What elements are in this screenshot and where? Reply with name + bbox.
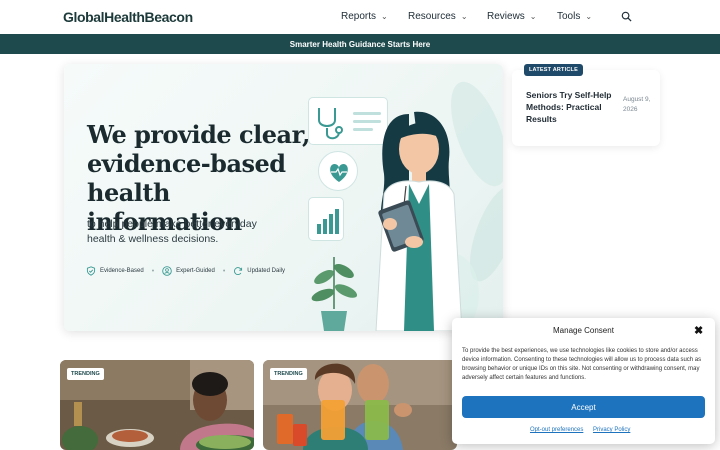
hero-image[interactable]: We provide clear, evidence-based health … [64, 64, 503, 331]
chevron-down-icon: ⌄ [381, 12, 388, 21]
nav-label: Reviews [487, 11, 525, 22]
separator-dot: • [222, 267, 226, 275]
refresh-icon [234, 267, 243, 275]
shield-check-icon [86, 266, 96, 276]
chart-card [308, 197, 344, 241]
accept-button[interactable]: Accept [462, 396, 705, 418]
chevron-down-icon: ⌄ [585, 12, 593, 21]
latest-article-date: August 9, 2026 [623, 96, 651, 113]
badge-updated: Updated Daily [233, 266, 285, 276]
badge-label: Expert-Guided [176, 268, 215, 274]
nav-item-resources[interactable]: Resources ⌄ [408, 11, 468, 22]
badge-expert: Expert-Guided [162, 266, 215, 276]
site-logo[interactable]: GlobalHealthBeacon [63, 9, 193, 25]
opt-out-preferences-link[interactable]: Opt-out preferences [530, 427, 583, 433]
separator-dot: • [151, 267, 155, 275]
nav-label: Resources [408, 11, 456, 22]
latest-article-title[interactable]: Seniors Try Self-Help Methods: Practical… [526, 89, 616, 125]
site-header: GlobalHealthBeacon Reports ⌄ Resources ⌄… [0, 0, 720, 34]
user-icon [162, 266, 172, 276]
badge-evidence: Evidence-Based [86, 266, 144, 276]
chevron-down-icon: ⌄ [529, 12, 537, 21]
nav-item-reports[interactable]: Reports ⌄ [341, 11, 388, 22]
nav-label: Reports [341, 11, 377, 22]
close-icon[interactable]: ✖ [694, 324, 703, 337]
nav-label: Tools [557, 11, 581, 22]
consent-body: To provide the best experiences, we use … [462, 348, 702, 381]
privacy-policy-link[interactable]: Privacy Policy [593, 427, 630, 433]
doctor-illustration [375, 111, 463, 331]
promo-banner: Smarter Health Guidance Starts Here [0, 34, 720, 54]
badge-label: Updated Daily [247, 268, 285, 274]
latest-article-tag: LATEST ARTICLE [524, 64, 583, 76]
badge-label: Evidence-Based [100, 268, 144, 274]
trending-tag: TRENDING [270, 368, 307, 380]
plant-illustration [311, 257, 358, 331]
nav-item-tools[interactable]: Tools ⌄ [557, 11, 592, 22]
hero-badges: Evidence-Based • Expert-Guided • Updated… [86, 266, 285, 276]
trending-tag: TRENDING [67, 368, 104, 380]
bar-chart-icon [317, 209, 339, 234]
nav-item-reviews[interactable]: Reviews ⌄ [487, 11, 537, 22]
consent-title: Manage Consent [553, 326, 614, 335]
heart-pulse-icon [330, 164, 348, 182]
hero-subhead: to help people make better everyday heal… [87, 218, 257, 245]
banner-text: Smarter Health Guidance Starts Here [289, 39, 431, 49]
heart-card [318, 151, 358, 191]
chevron-down-icon: ⌄ [460, 12, 468, 21]
search-icon[interactable] [621, 11, 632, 22]
